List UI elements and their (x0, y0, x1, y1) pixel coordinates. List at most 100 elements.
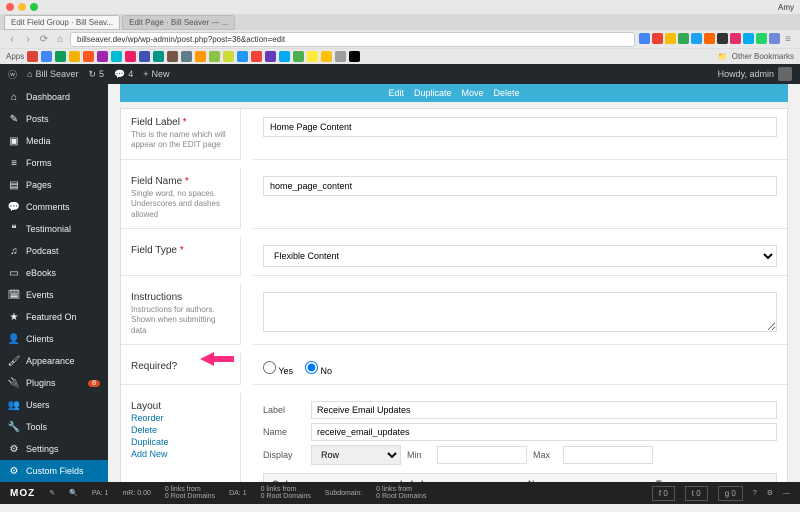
bookmark-icon[interactable] (279, 51, 290, 62)
updates-link[interactable]: ↻ 5 (88, 69, 104, 80)
layout-delete[interactable]: Delete (131, 424, 230, 436)
wp-logo-icon[interactable]: ⓦ (8, 68, 17, 81)
bookmark-icon[interactable] (55, 51, 66, 62)
apps-shortcut[interactable]: Apps (6, 52, 24, 61)
bookmark-icon[interactable] (195, 51, 206, 62)
bookmark-icon[interactable] (111, 51, 122, 62)
moz-pencil-icon[interactable]: ✎ (49, 489, 55, 497)
sidebar-item-events[interactable]: 🗓Events (0, 284, 108, 306)
reload-button[interactable]: ⟳ (38, 33, 50, 45)
moz-g[interactable]: g 0 (718, 486, 743, 501)
bookmark-icon[interactable] (335, 51, 346, 62)
ext-icon[interactable] (704, 33, 715, 44)
ext-icon[interactable] (730, 33, 741, 44)
moz-logo[interactable]: MOZ (10, 488, 35, 499)
comments-link[interactable]: 💬 4 (114, 69, 133, 80)
field-instructions-input[interactable] (263, 292, 777, 332)
ext-icon[interactable] (691, 33, 702, 44)
moz-search-icon[interactable]: 🔍 (69, 489, 78, 497)
bookmark-icon[interactable] (251, 51, 262, 62)
ext-icon[interactable] (639, 33, 650, 44)
sidebar-item-settings[interactable]: ⚙Settings (0, 438, 108, 460)
bookmark-icon[interactable] (209, 51, 220, 62)
howdy-user[interactable]: Howdy, admin (718, 69, 774, 79)
sidebar-item-users[interactable]: 👥Users (0, 394, 108, 416)
close-button[interactable] (6, 3, 14, 11)
layout-name-input[interactable] (311, 423, 777, 441)
new-content[interactable]: + New (143, 69, 169, 79)
action-move[interactable]: Move (462, 88, 484, 98)
layout-add-new[interactable]: Add New (131, 448, 230, 460)
back-button[interactable]: ‹ (6, 33, 18, 45)
layout-label-input[interactable] (311, 401, 777, 419)
site-name[interactable]: ⌂ Bill Seaver (27, 69, 78, 79)
ext-icon[interactable] (652, 33, 663, 44)
action-delete[interactable]: Delete (494, 88, 520, 98)
layout-min-input[interactable] (437, 446, 527, 464)
bookmark-icon[interactable] (265, 51, 276, 62)
bookmark-icon[interactable] (237, 51, 248, 62)
field-name-input[interactable] (263, 176, 777, 196)
moz-tw[interactable]: t 0 (685, 486, 708, 501)
moz-fb[interactable]: f 0 (652, 486, 675, 501)
ext-icon[interactable] (743, 33, 754, 44)
sidebar-item-forms[interactable]: ≡Forms (0, 152, 108, 174)
sidebar-item-appearance[interactable]: 🖌Appearance (0, 350, 108, 372)
sidebar-item-custom-fields[interactable]: ⚙Custom Fields (0, 460, 108, 482)
address-bar[interactable] (70, 32, 635, 47)
sidebar-item-ebooks[interactable]: ▭eBooks (0, 262, 108, 284)
sidebar-item-podcast[interactable]: ♫Podcast (0, 240, 108, 262)
bookmark-icon[interactable] (139, 51, 150, 62)
maximize-button[interactable] (30, 3, 38, 11)
moz-help-icon[interactable]: ? (753, 490, 757, 497)
bookmark-icon[interactable] (307, 51, 318, 62)
required-yes[interactable]: Yes (263, 361, 293, 376)
required-no[interactable]: No (305, 361, 332, 376)
sidebar-item-testimonial[interactable]: ❝Testimonial (0, 218, 108, 240)
moz-gear-icon[interactable]: ⚙ (767, 489, 773, 497)
sidebar-item-comments[interactable]: 💬Comments (0, 196, 108, 218)
bookmark-icon[interactable] (321, 51, 332, 62)
browser-tab-active[interactable]: Edit Field Group · Bill Seav... (4, 15, 120, 30)
bookmark-icon[interactable] (125, 51, 136, 62)
bookmark-icon[interactable] (349, 51, 360, 62)
menu-button[interactable]: ≡ (782, 33, 794, 45)
bookmark-icon[interactable] (97, 51, 108, 62)
layout-display-select[interactable]: Row (311, 445, 401, 465)
sidebar-item-pages[interactable]: ▤Pages (0, 174, 108, 196)
other-bookmarks[interactable]: Other Bookmarks (732, 52, 794, 61)
sidebar-item-featured-on[interactable]: ★Featured On (0, 306, 108, 328)
bookmark-icon[interactable] (293, 51, 304, 62)
bookmark-icon[interactable] (83, 51, 94, 62)
layout-max-input[interactable] (563, 446, 653, 464)
ext-icon[interactable] (769, 33, 780, 44)
moz-min-icon[interactable]: — (783, 490, 790, 497)
forward-button[interactable]: › (22, 33, 34, 45)
action-edit[interactable]: Edit (388, 88, 404, 98)
sidebar-item-tools[interactable]: 🔧Tools (0, 416, 108, 438)
minimize-button[interactable] (18, 3, 26, 11)
layout-duplicate[interactable]: Duplicate (131, 436, 230, 448)
sidebar-item-plugins[interactable]: 🔌Plugins8 (0, 372, 108, 394)
bookmark-icon[interactable] (223, 51, 234, 62)
bookmark-icon[interactable] (41, 51, 52, 62)
sidebar-item-clients[interactable]: 👤Clients (0, 328, 108, 350)
bookmark-icon[interactable] (27, 51, 38, 62)
browser-tab[interactable]: Edit Page · Bill Seaver — ... (122, 15, 235, 30)
sidebar-item-dashboard[interactable]: ⌂Dashboard (0, 86, 108, 108)
bookmark-icon[interactable] (153, 51, 164, 62)
ext-icon[interactable] (665, 33, 676, 44)
field-label-input[interactable] (263, 117, 777, 137)
bookmark-icon[interactable] (167, 51, 178, 62)
bookmark-icon[interactable] (69, 51, 80, 62)
avatar[interactable] (778, 67, 792, 81)
bookmark-icon[interactable] (181, 51, 192, 62)
ext-icon[interactable] (678, 33, 689, 44)
ext-icon[interactable] (756, 33, 767, 44)
ext-icon[interactable] (717, 33, 728, 44)
sidebar-item-posts[interactable]: ✎Posts (0, 108, 108, 130)
field-type-select[interactable]: Flexible Content (263, 245, 777, 267)
sidebar-item-media[interactable]: ▣Media (0, 130, 108, 152)
layout-reorder[interactable]: Reorder (131, 412, 230, 424)
action-duplicate[interactable]: Duplicate (414, 88, 452, 98)
